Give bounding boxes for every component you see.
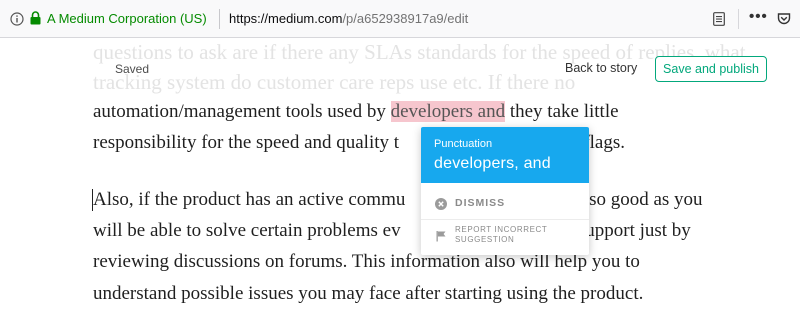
suggested-replacement: developers, and (434, 155, 551, 172)
info-icon[interactable] (10, 12, 24, 26)
text-run: responsibility for the speed and quality… (93, 132, 400, 153)
flagged-text-highlight[interactable]: developers and (390, 101, 506, 122)
dismiss-label: DISMISS (455, 197, 506, 209)
dismiss-button[interactable]: DISMISS (421, 189, 589, 217)
lock-icon[interactable] (30, 11, 41, 25)
flag-icon (435, 229, 447, 242)
paragraph-line[interactable]: will be able to solve certain problems e… (93, 220, 743, 242)
grammar-suggestion-popup: Punctuation developers, and DISMISS REPO… (421, 127, 589, 255)
dismiss-x-icon (435, 197, 447, 210)
browser-url-bar: A Medium Corporation (US) https://medium… (0, 0, 800, 38)
text-run: they take little (505, 101, 619, 122)
popup-divider (421, 219, 589, 220)
save-status: Saved (115, 62, 150, 76)
reader-view-icon[interactable] (713, 12, 725, 26)
url-path: /p/a652938917a9/edit (342, 11, 469, 26)
save-and-publish-button[interactable]: Save and publish (655, 56, 767, 82)
paragraph-line[interactable]: responsibility for the speed and quality… (93, 132, 743, 154)
url-base: https://medium.com (229, 11, 343, 26)
paragraph-line[interactable]: automation/management tools used by deve… (93, 101, 743, 123)
url-bar-separator (219, 9, 220, 29)
text-run: Also, if the product has an active commu (93, 189, 406, 210)
paragraph-line[interactable]: Also, if the product has an active commu… (93, 189, 743, 211)
toolbar-separator (738, 9, 739, 29)
report-incorrect-suggestion-button[interactable]: REPORT INCORRECT SUGGESTION (421, 221, 589, 251)
paragraph-line[interactable]: reviewing discussions on forums. This in… (93, 251, 743, 273)
text-run: also good as you (575, 189, 703, 210)
pocket-icon[interactable] (777, 12, 791, 26)
url-text[interactable]: https://medium.com/p/a652938917a9/edit (229, 11, 468, 27)
paragraph-line[interactable]: understand possible issues you may face … (93, 283, 743, 305)
back-to-story-link[interactable]: Back to story (565, 61, 637, 75)
certificate-owner[interactable]: A Medium Corporation (US) (47, 11, 207, 27)
text-run: will be able to solve certain problems e… (93, 220, 401, 241)
report-label: REPORT INCORRECT SUGGESTION (455, 225, 548, 244)
editor-toolbar: Saved Back to story Save and publish (0, 52, 800, 86)
page-actions-more-icon[interactable]: ••• (749, 8, 768, 26)
text-run: automation/management tools used by (93, 101, 391, 122)
accept-suggestion-card[interactable]: Punctuation developers, and (421, 127, 589, 183)
suggestion-category: Punctuation (434, 138, 493, 150)
